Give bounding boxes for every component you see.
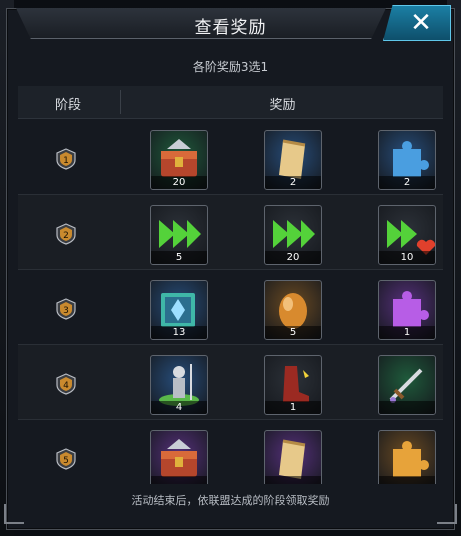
reward-count: 2 xyxy=(379,176,435,189)
reward-item[interactable] xyxy=(378,430,436,484)
reward-count: 5 xyxy=(151,251,207,264)
tier-number: 3 xyxy=(63,306,69,316)
reward-count: 1 xyxy=(265,401,321,414)
tier-badge: 3 xyxy=(56,298,76,320)
reward-item[interactable] xyxy=(150,430,208,484)
reward-item[interactable]: 20 xyxy=(150,130,208,190)
reward-list[interactable]: 1 20 2 2 2 5 20 10 3 13 5 1 4 4 1 5 xyxy=(18,120,443,484)
reward-row: 4 4 1 xyxy=(18,345,443,420)
reward-count: 10 xyxy=(379,251,435,264)
reward-count xyxy=(265,476,321,484)
close-button[interactable]: ✕ xyxy=(383,5,451,41)
tier-number: 4 xyxy=(63,381,69,391)
tier-badge: 5 xyxy=(56,448,76,470)
tier-number: 5 xyxy=(63,456,69,466)
tier-number: 2 xyxy=(63,231,69,241)
tier-badge: 4 xyxy=(56,373,76,395)
reward-item[interactable]: 13 xyxy=(150,280,208,340)
reward-row: 5 xyxy=(18,420,443,484)
tier-badge: 2 xyxy=(56,223,76,245)
reward-count xyxy=(379,401,435,414)
reward-count: 2 xyxy=(265,176,321,189)
reward-count: 13 xyxy=(151,326,207,339)
close-icon[interactable]: ✕ xyxy=(402,10,432,36)
reward-column-header: 奖励 xyxy=(269,98,296,113)
reward-item[interactable] xyxy=(264,430,322,484)
tier-badge: 1 xyxy=(56,148,76,170)
tier-number: 1 xyxy=(63,156,69,166)
reward-count: 20 xyxy=(265,251,321,264)
reward-count xyxy=(379,476,435,484)
reward-item[interactable] xyxy=(378,355,436,415)
tier-column-header: 阶段 xyxy=(54,98,81,113)
reward-row: 2 5 20 10 xyxy=(18,195,443,270)
dialog-subtitle: 各阶奖励3选1 xyxy=(192,60,269,74)
reward-item[interactable]: 4 xyxy=(150,355,208,415)
reward-item[interactable]: 5 xyxy=(264,280,322,340)
reward-count: 5 xyxy=(265,326,321,339)
reward-item[interactable]: 2 xyxy=(264,130,322,190)
reward-item[interactable]: 5 xyxy=(150,205,208,265)
reward-item[interactable]: 10 xyxy=(378,205,436,265)
reward-item[interactable]: 1 xyxy=(378,280,436,340)
reward-item[interactable]: 2 xyxy=(378,130,436,190)
table-header: 阶段 奖励 xyxy=(18,86,443,119)
reward-count: 4 xyxy=(151,401,207,414)
reward-row: 3 13 5 1 xyxy=(18,270,443,345)
reward-count: 1 xyxy=(379,326,435,339)
reward-count xyxy=(151,476,207,484)
reward-item[interactable]: 1 xyxy=(264,355,322,415)
header-divider xyxy=(120,90,121,114)
reward-item[interactable]: 20 xyxy=(264,205,322,265)
reward-count: 20 xyxy=(151,176,207,189)
footer-note: 活动结束后，依联盟达成的阶段领取奖励 xyxy=(131,494,330,507)
reward-row: 1 20 2 2 xyxy=(18,120,443,195)
